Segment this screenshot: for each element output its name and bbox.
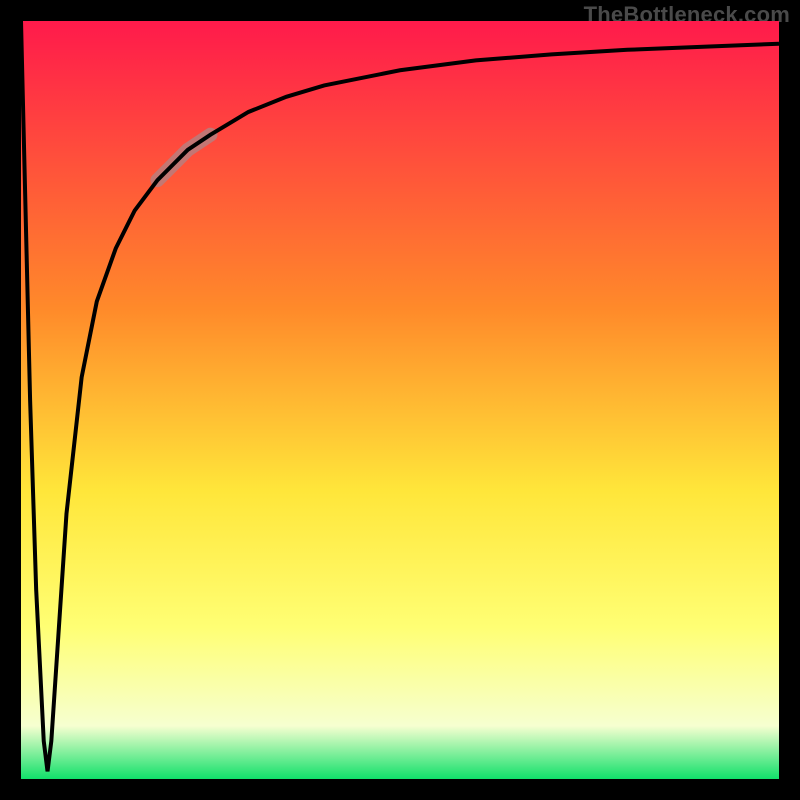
gradient-background bbox=[21, 21, 779, 779]
plot-area bbox=[21, 21, 779, 779]
chart-frame: TheBottleneck.com bbox=[0, 0, 800, 800]
chart-svg bbox=[21, 21, 779, 779]
